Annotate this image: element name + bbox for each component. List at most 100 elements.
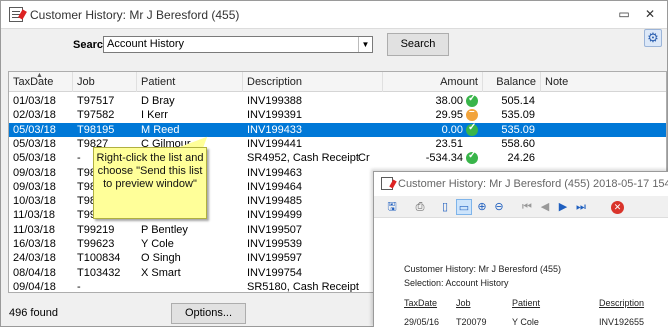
cell-desc: INV199499 (247, 209, 303, 222)
cell-patient: Y Cole (141, 238, 174, 250)
column-header-amount[interactable]: Amount (383, 72, 483, 92)
preview-selection: Selection: Account History (404, 278, 509, 288)
cell-date: 24/03/18 (13, 252, 56, 265)
zoom-in-icon[interactable]: ⊕ (474, 199, 490, 215)
cell-job: T98195 (77, 123, 115, 136)
table-row[interactable]: 01/03/18T97517D BrayINV19938838.00505.14 (9, 93, 666, 108)
fit-width-icon[interactable]: ▭ (456, 199, 472, 215)
cell-desc: INV199433 (247, 123, 303, 136)
gear-icon[interactable]: ⚙ (644, 29, 662, 47)
cell-date: 05/03/18 (13, 123, 56, 136)
previous-page-icon[interactable]: ◀ (537, 199, 553, 215)
cell-credit (354, 280, 358, 292)
cell-desc: INV199485 (247, 195, 303, 208)
cell-desc: INV199391 (247, 109, 303, 122)
cell-balance: 535.09 (501, 109, 535, 122)
options-button[interactable]: Options... (171, 303, 246, 324)
search-select[interactable]: Account History ▼ (103, 36, 373, 53)
preview-col-job: Job (456, 298, 471, 308)
column-header-patient[interactable]: Patient (137, 72, 243, 92)
cell-credit (354, 266, 358, 280)
table-row[interactable]: 05/03/18T98195M ReedINV1994330.00535.09 (9, 122, 666, 137)
table-row[interactable]: 02/03/18T97582I KerrINV19939129.95535.09 (9, 106, 666, 122)
cell-job: T103432 (77, 266, 121, 279)
preview-window: Customer History: Mr J Beresford (455) 2… (373, 171, 668, 327)
preview-col-taxdate: TaxDate (404, 298, 438, 308)
customer-history-window: Customer History: Mr J Beresford (455) ▭… (0, 0, 668, 327)
cell-desc: INV199597 (247, 252, 303, 265)
preview-app-icon (381, 177, 393, 190)
preview-col-description: Description (599, 298, 645, 308)
cell-desc: INV199388 (247, 95, 303, 107)
cell-credit (354, 237, 358, 251)
save-icon[interactable]: 🖫 (384, 199, 400, 215)
cell-desc: INV199754 (247, 266, 303, 279)
cell-credit (354, 194, 358, 208)
cell-job: T100834 (77, 252, 121, 265)
cell-job: - (77, 152, 81, 165)
cell-date: 11/03/18 (13, 209, 56, 222)
restore-button[interactable]: ▭ (613, 4, 635, 24)
next-page-icon[interactable]: ▶ (555, 199, 571, 215)
column-header-job[interactable]: Job (73, 72, 137, 92)
cell-credit (354, 108, 358, 122)
last-page-icon[interactable]: ⏭ (573, 199, 589, 215)
cell-credit (354, 251, 358, 265)
cell-patient: P Bentley (141, 223, 188, 236)
preview-toolbar: 🖫 ⎙ ▯ ▭ ⊕ ⊖ ⏮ ◀ ▶ ⏭ ✕ (374, 196, 668, 218)
cell-credit (354, 137, 358, 151)
cell-job: T99219 (77, 223, 115, 236)
cell-patient: O Singh (141, 252, 181, 265)
print-icon[interactable]: ⎙ (412, 199, 428, 215)
preview-row-date: 29/05/16 (404, 317, 440, 327)
cell-desc: INV199463 (247, 166, 303, 179)
cell-credit (354, 208, 358, 222)
search-button[interactable]: Search (387, 33, 449, 56)
found-count: 496 found (9, 307, 58, 319)
cell-patient (137, 280, 141, 292)
cell-desc: SR5180, Cash Receipt (247, 280, 359, 293)
cell-date: 08/04/18 (13, 266, 56, 279)
cell-desc: INV199507 (247, 223, 303, 236)
cell-date: 09/04/18 (13, 280, 56, 293)
app-icon (9, 7, 23, 22)
first-page-icon[interactable]: ⏮ (519, 199, 535, 215)
cell-patient: M Reed (141, 123, 180, 136)
column-header-taxdate[interactable]: TaxDate (9, 72, 73, 92)
cell-date: 11/03/18 (13, 223, 56, 236)
preview-title: Customer History: Mr J Beresford (455) 2… (398, 178, 668, 190)
preview-row-patient: Y Cole (512, 317, 539, 327)
column-header-note[interactable]: Note (541, 72, 666, 92)
cell-date: 05/03/18 (13, 137, 56, 150)
window-title: Customer History: Mr J Beresford (455) (30, 8, 240, 22)
cell-job: T97582 (77, 109, 115, 122)
cell-desc: INV199441 (247, 137, 303, 150)
cell-credit (354, 223, 358, 237)
table-header: ▲ TaxDate Job Patient Description Amount… (9, 72, 666, 92)
cell-balance: 558.60 (501, 137, 535, 150)
search-select-value: Account History (107, 38, 185, 50)
stop-icon[interactable]: ✕ (611, 201, 624, 214)
chevron-down-icon[interactable]: ▼ (358, 37, 372, 52)
cell-date: 10/03/18 (13, 195, 56, 208)
cell-balance: 24.26 (507, 152, 535, 165)
cell-desc: INV199539 (247, 238, 303, 250)
cell-date: 16/03/18 (13, 238, 56, 250)
cell-patient: I Kerr (141, 109, 168, 122)
cell-job: T97517 (77, 95, 115, 107)
cell-date: 09/03/18 (13, 180, 56, 193)
cell-job: T99623 (77, 238, 115, 250)
page-view-icon[interactable]: ▯ (437, 199, 453, 215)
cell-date: 02/03/18 (13, 109, 56, 122)
close-button[interactable]: ✕ (639, 4, 661, 24)
column-header-balance[interactable]: Balance (483, 72, 541, 92)
cell-date: 09/03/18 (13, 166, 56, 179)
cell-balance: 535.09 (501, 123, 535, 136)
cell-date: 01/03/18 (13, 95, 56, 107)
preview-row-desc: INV192655 (599, 317, 645, 327)
cell-credit (354, 94, 358, 108)
title-bar: Customer History: Mr J Beresford (455) ▭… (1, 1, 667, 29)
cell-patient: X Smart (141, 266, 181, 279)
zoom-out-icon[interactable]: ⊖ (491, 199, 507, 215)
column-header-description[interactable]: Description (243, 72, 383, 92)
